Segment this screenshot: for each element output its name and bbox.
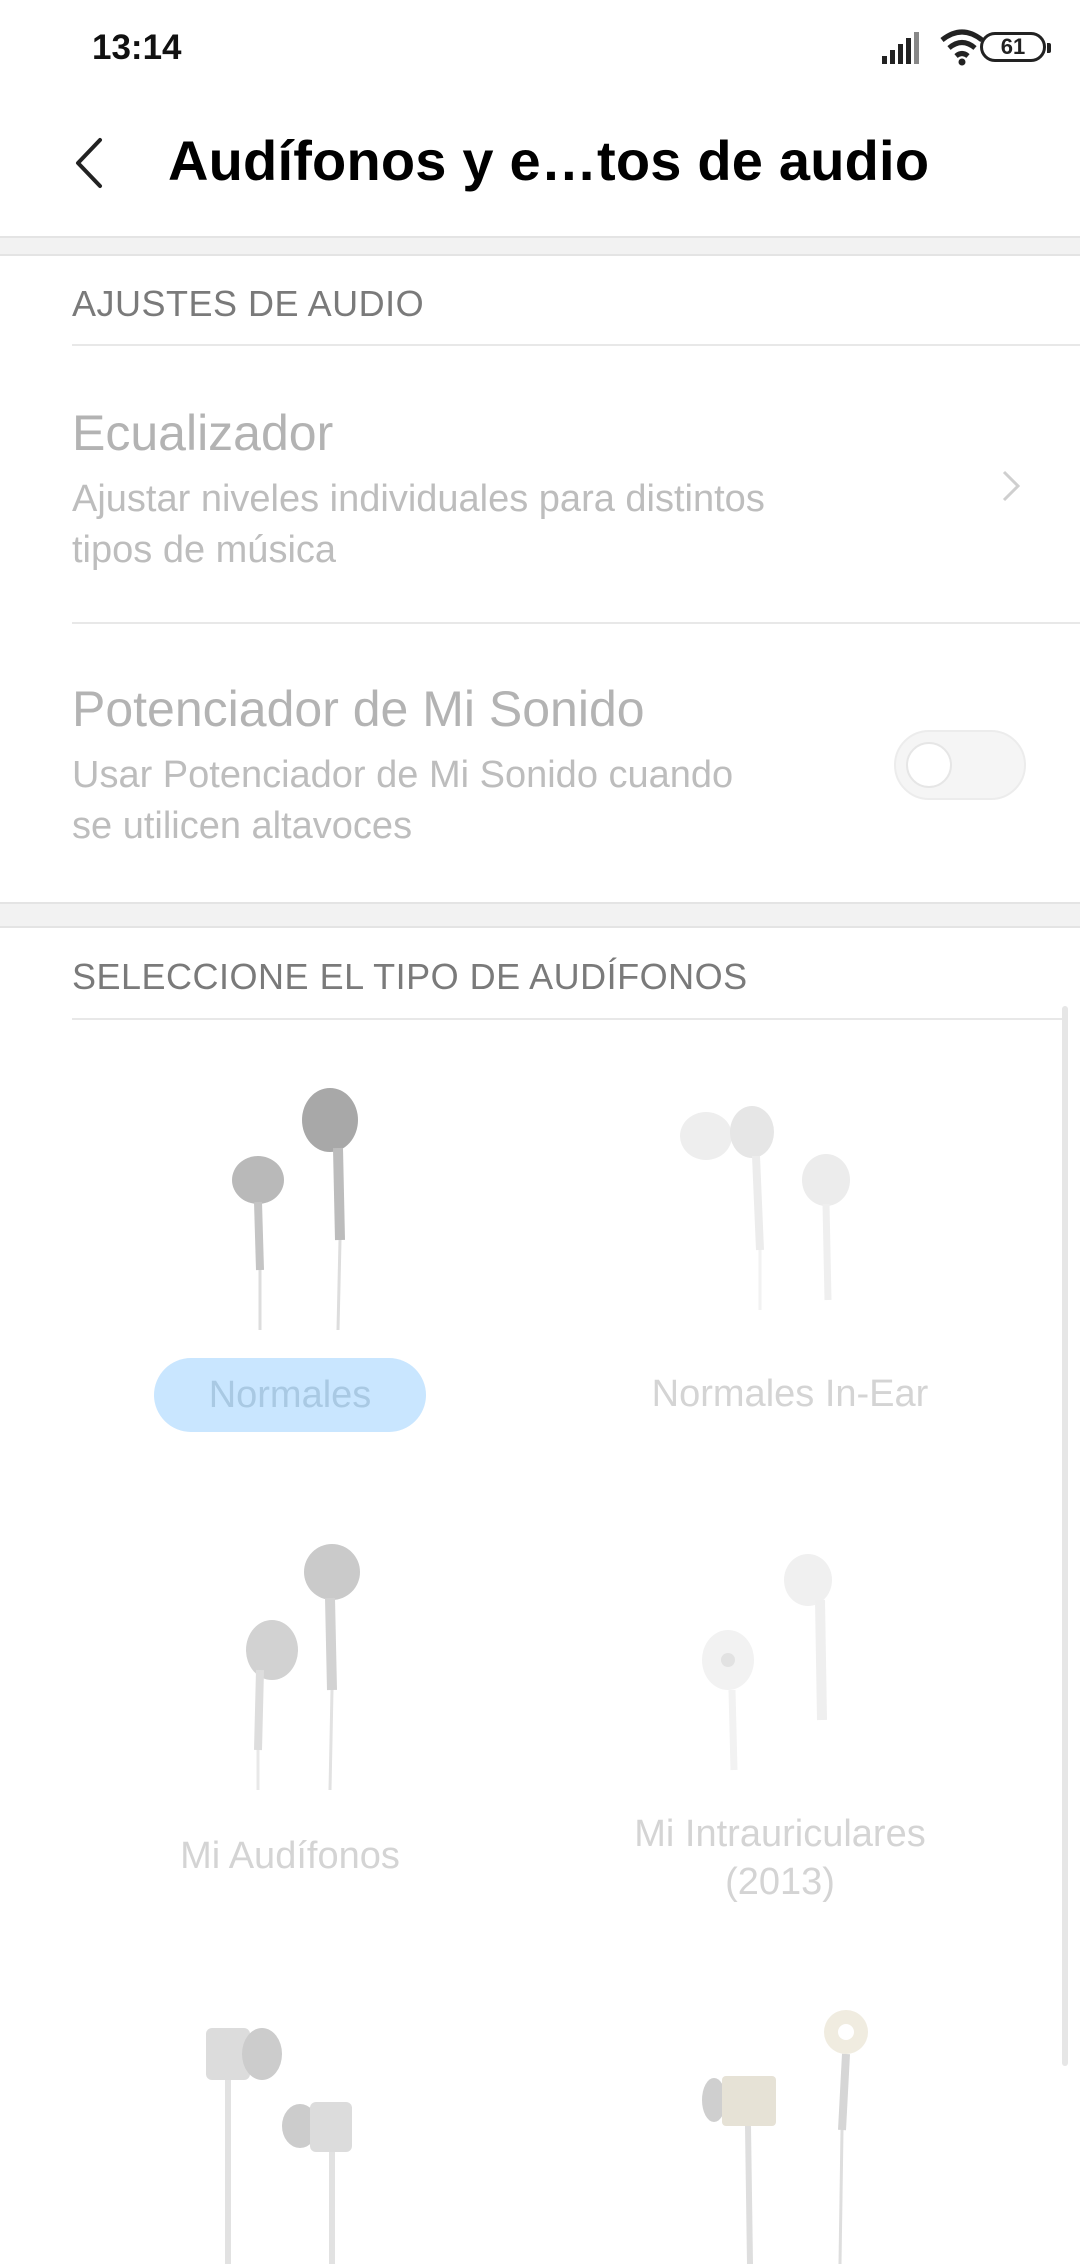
app-bar: Audífonos y e…tos de audio <box>0 96 1080 236</box>
earbuds-image <box>232 1088 358 1330</box>
enhancer-subtitle-line2: se utilicen altavoces <box>72 805 413 847</box>
status-icons: 61 <box>826 26 1051 72</box>
headphone-option-mi-audifonos[interactable]: Mi Audífonos <box>40 1500 540 1920</box>
headphone-option-mi-intrauriculares-2013[interactable]: Mi Intrauriculares (2013) <box>530 1500 1030 1920</box>
equalizer-row[interactable]: Ecualizador Ajustar niveles individuales… <box>0 346 1080 622</box>
status-bar: 13:14 61 <box>0 0 1080 96</box>
scrollbar[interactable] <box>1062 1006 1068 2066</box>
headphone-label-mi-audifonos: Mi Audífonos <box>180 1835 400 1877</box>
battery-indicator: 61 <box>980 32 1051 62</box>
section-divider <box>0 236 1080 256</box>
headphone-label-mi-intrauriculares-line2: (2013) <box>725 1861 835 1903</box>
enhancer-toggle[interactable] <box>894 730 1026 800</box>
equalizer-subtitle-line2: tipos de música <box>72 529 337 571</box>
signal-icon <box>882 32 919 64</box>
equalizer-title: Ecualizador <box>72 405 334 461</box>
headphone-label-normales: Normales <box>154 1358 426 1432</box>
headphone-label-mi-intrauriculares-line1: Mi Intrauriculares <box>634 1813 926 1855</box>
headphone-option-gold[interactable] <box>540 1990 1040 2264</box>
enhancer-subtitle-line1: Usar Potenciador de Mi Sonido cuando <box>72 754 734 796</box>
mi-in-ear-2013-image <box>702 1554 832 1771</box>
in-ear-earphones-image <box>680 1106 850 1310</box>
headphone-option-normales-in-ear[interactable]: Normales In-Ear <box>540 1040 1040 1460</box>
equalizer-subtitle-line1: Ajustar niveles individuales para distin… <box>72 478 765 520</box>
audio-settings-header: AJUSTES DE AUDIO <box>72 283 425 324</box>
piston-earphones-image <box>206 2028 352 2264</box>
headphone-type-header: SELECCIONE EL TIPO DE AUDÍFONOS <box>72 956 748 997</box>
headphone-label-normales-in-ear: Normales In-Ear <box>651 1373 929 1415</box>
headphone-option-piston[interactable] <box>40 1990 540 2264</box>
page-title: Audífonos y e…tos de audio <box>168 129 930 192</box>
back-arrow-icon[interactable] <box>56 126 126 196</box>
headphone-option-normales[interactable]: Normales <box>40 1040 540 1460</box>
status-time: 13:14 <box>92 28 182 67</box>
section-divider <box>0 902 1080 928</box>
mi-earphones-image <box>246 1544 360 1790</box>
divider <box>72 1018 1068 1020</box>
gold-earphones-image <box>702 2010 868 2264</box>
enhancer-title: Potenciador de Mi Sonido <box>72 681 645 737</box>
wifi-icon <box>940 29 984 66</box>
toggle-knob <box>906 742 952 788</box>
chevron-right-icon <box>1002 470 1021 502</box>
